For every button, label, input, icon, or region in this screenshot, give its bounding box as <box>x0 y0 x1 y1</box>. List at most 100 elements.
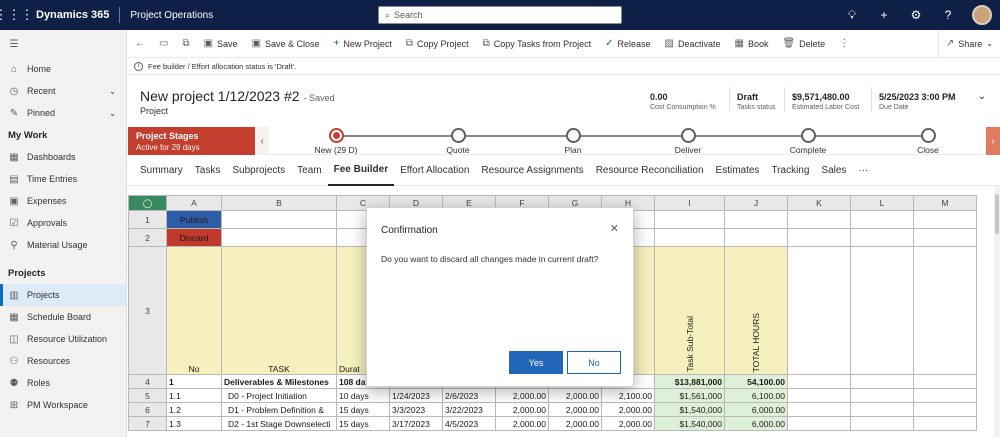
copy-tasks-button[interactable]: ⧉ Copy Tasks from Project <box>476 30 599 58</box>
cell[interactable]: 6,000.00 <box>724 416 788 431</box>
cell[interactable]: 2,000.00 <box>601 402 655 417</box>
column-header[interactable]: M <box>913 195 977 211</box>
discard-button[interactable]: Discard <box>166 228 222 247</box>
sidebar-item-roles[interactable]: ⚉ Roles <box>0 372 126 394</box>
brand-name[interactable]: Dynamics 365 <box>28 9 119 21</box>
cell[interactable]: Deliverables & Milestones <box>221 374 337 389</box>
row-header[interactable]: 5 <box>128 388 167 403</box>
stage-deliver[interactable]: Deliver <box>643 128 733 155</box>
cell[interactable]: 15 days <box>336 402 390 417</box>
cell[interactable] <box>850 210 914 229</box>
cell[interactable]: $1,561,000 <box>654 388 725 403</box>
cell[interactable]: D1 - Problem Definition & <box>221 402 337 417</box>
sidebar-item-resource-utilization[interactable]: ◫ Resource Utilization <box>0 328 126 350</box>
row-header[interactable]: 1 <box>128 210 167 229</box>
tab-resource-reconciliation[interactable]: Resource Reconciliation <box>590 156 710 186</box>
sidebar-item-approvals[interactable]: ☑ Approvals <box>0 212 126 234</box>
cell[interactable] <box>850 402 914 417</box>
cell[interactable] <box>221 228 337 247</box>
cell[interactable] <box>850 416 914 431</box>
cell[interactable]: 2,000.00 <box>495 388 549 403</box>
cell[interactable]: 6,000.00 <box>724 402 788 417</box>
row-header[interactable]: 7 <box>128 416 167 431</box>
cell[interactable]: 4/5/2023 <box>442 416 496 431</box>
gear-icon[interactable]: ⚙ <box>908 8 924 22</box>
cell[interactable]: 3/3/2023 <box>389 402 443 417</box>
tab-summary[interactable]: Summary <box>134 156 189 186</box>
more-commands-button[interactable]: ⋮ <box>832 30 856 58</box>
tab-more[interactable]: ··· <box>852 156 874 186</box>
cell[interactable]: D2 - 1st Stage Downselecti <box>221 416 337 431</box>
tab-tracking[interactable]: Tracking <box>765 156 815 186</box>
cell[interactable]: D0 - Project Initiation <box>221 388 337 403</box>
header-total-hours[interactable]: TOTAL HOURS <box>724 246 788 375</box>
header-task-subtotal[interactable]: Task Sub-Total <box>654 246 725 375</box>
deactivate-button[interactable]: ▧ Deactivate <box>658 30 728 58</box>
cell[interactable]: 2,000.00 <box>495 416 549 431</box>
column-header[interactable]: L <box>850 195 914 211</box>
sidebar-item-dashboards[interactable]: ▦ Dashboards <box>0 146 126 168</box>
popout-button[interactable]: ⧉ <box>175 30 196 58</box>
column-header[interactable]: A <box>166 195 222 211</box>
cell[interactable]: 3/22/2023 <box>442 402 496 417</box>
stage-plan[interactable]: Plan <box>528 128 618 155</box>
active-stage-box[interactable]: Project Stages Active for 29 days <box>128 127 255 155</box>
back-button[interactable]: ← <box>128 30 152 58</box>
cell[interactable]: 6,100.00 <box>724 388 788 403</box>
cell[interactable] <box>850 228 914 247</box>
cell[interactable]: $13,881,000 <box>654 374 725 389</box>
sidebar-item-home[interactable]: ⌂ Home <box>0 58 126 80</box>
cell[interactable] <box>724 210 788 229</box>
cell[interactable] <box>850 246 914 375</box>
cell[interactable]: 1.2 <box>166 402 222 417</box>
tab-sales[interactable]: Sales <box>815 156 852 186</box>
sidebar-item-pinned[interactable]: ✎ Pinned ⌄ <box>0 102 126 124</box>
form-view-button[interactable]: ▭ <box>152 30 175 58</box>
sidebar-item-recent[interactable]: ◷ Recent ⌄ <box>0 80 126 102</box>
cell[interactable] <box>787 416 851 431</box>
book-button[interactable]: ▦ Book <box>728 30 776 58</box>
tab-estimates[interactable]: Estimates <box>710 156 766 186</box>
help-icon[interactable]: ? <box>940 8 956 22</box>
stage-complete[interactable]: Complete <box>763 128 853 155</box>
bpf-prev-chevron-icon[interactable]: ‹ <box>255 127 269 155</box>
cell[interactable] <box>654 228 725 247</box>
tab-team[interactable]: Team <box>291 156 327 186</box>
no-button[interactable]: No <box>567 351 621 374</box>
sidebar-item-projects[interactable]: ▥ Projects <box>0 284 126 306</box>
tab-fee-builder[interactable]: Fee Builder <box>327 156 395 186</box>
cell[interactable] <box>913 246 977 375</box>
row-header[interactable]: 6 <box>128 402 167 417</box>
publish-button[interactable]: Publish <box>166 210 222 229</box>
cell[interactable]: 1/24/2023 <box>389 388 443 403</box>
cell[interactable]: $1,540,000 <box>654 402 725 417</box>
sidebar-item-pm-workspace[interactable]: ⊞ PM Workspace <box>0 394 126 416</box>
cell[interactable]: 2,000.00 <box>548 402 602 417</box>
cell[interactable] <box>913 416 977 431</box>
cell[interactable]: $1,540,000 <box>654 416 725 431</box>
sidebar-item-schedule-board[interactable]: ▦ Schedule Board <box>0 306 126 328</box>
cell[interactable]: 1 <box>166 374 222 389</box>
search-input[interactable]: ⌕ Search <box>378 6 622 24</box>
avatar[interactable] <box>972 5 992 25</box>
column-header[interactable]: I <box>654 195 725 211</box>
sidebar-item-material-usage[interactable]: ⚲ Material Usage <box>0 234 126 256</box>
cell[interactable] <box>221 210 337 229</box>
stage-quote[interactable]: Quote <box>413 128 503 155</box>
cell[interactable] <box>913 388 977 403</box>
sidebar-item-time-entries[interactable]: ▤ Time Entries <box>0 168 126 190</box>
lightbulb-icon[interactable]: 💡︎ <box>844 8 860 23</box>
tab-tasks[interactable]: Tasks <box>189 156 227 186</box>
tab-resource-assignments[interactable]: Resource Assignments <box>475 156 589 186</box>
bpf-next-chevron-icon[interactable]: › <box>986 127 1000 155</box>
cell[interactable] <box>850 388 914 403</box>
row-header[interactable]: 4 <box>128 374 167 389</box>
cell[interactable]: 1.3 <box>166 416 222 431</box>
cell[interactable] <box>913 228 977 247</box>
cell[interactable] <box>787 402 851 417</box>
cell[interactable] <box>787 388 851 403</box>
cell[interactable]: 15 days <box>336 416 390 431</box>
release-button[interactable]: ✓ Release <box>598 30 657 58</box>
save-button[interactable]: ▣ Save <box>197 30 245 58</box>
cell[interactable]: 3/17/2023 <box>389 416 443 431</box>
